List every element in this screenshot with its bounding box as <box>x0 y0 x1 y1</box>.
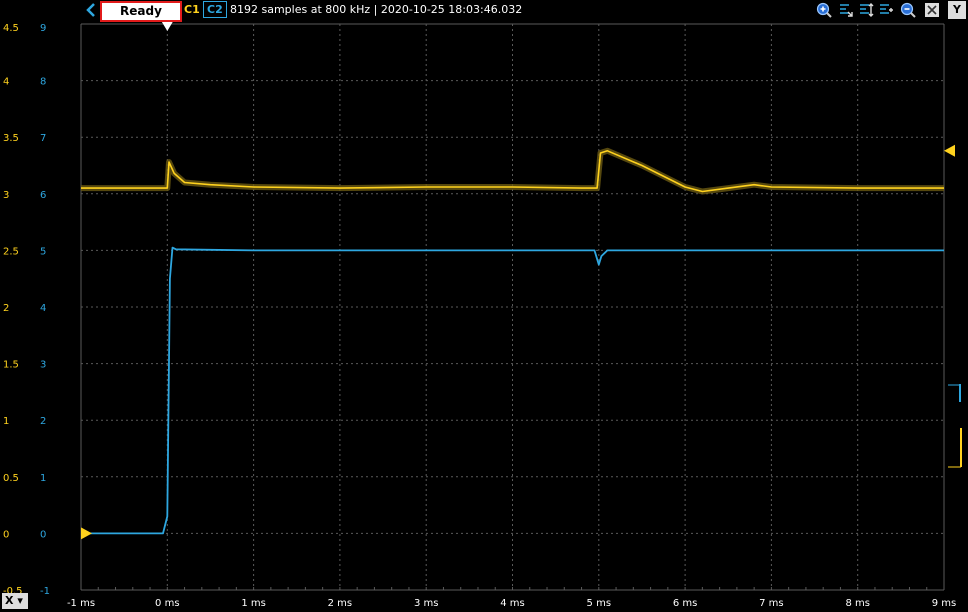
c2-tick-label: 9 <box>40 23 46 34</box>
x-tick-label: 3 ms <box>414 598 439 609</box>
toolbar: Ready C1 C2 8192 samples at 800 kHz | 20… <box>0 0 968 22</box>
x-tick-label: 9 ms <box>932 598 957 609</box>
c2-tick-label: 7 <box>40 133 46 144</box>
scale-icon[interactable] <box>924 2 940 18</box>
zoom-fit-icon[interactable] <box>878 2 894 18</box>
x-tick-label: 2 ms <box>328 598 353 609</box>
x-tick-label: 0 ms <box>155 598 180 609</box>
x-tick-label: 8 ms <box>845 598 870 609</box>
zoom-vertical-icon[interactable] <box>858 2 874 18</box>
x-tick-label: 6 ms <box>673 598 698 609</box>
back-arrow-icon[interactable] <box>84 2 98 18</box>
c1-tick-label: 2.5 <box>3 246 19 257</box>
c2-tick-label: -1 <box>40 586 50 597</box>
zoom-horizontal-icon[interactable] <box>838 2 854 18</box>
c1-tick-label: 1 <box>3 416 9 427</box>
x-tick-label: 5 ms <box>587 598 612 609</box>
c2-tick-label: 2 <box>40 416 46 427</box>
c2-tick-label: 8 <box>40 77 46 88</box>
c1-tick-label: 4 <box>3 77 9 88</box>
c2-tick-label: 5 <box>40 246 46 257</box>
c2-tick-label: 4 <box>40 303 46 314</box>
c2-tick-label: 0 <box>40 529 46 540</box>
channel-c2-button[interactable]: C2 <box>203 1 227 18</box>
x-tick-label: 7 ms <box>759 598 784 609</box>
c1-tick-label: 0 <box>3 529 9 540</box>
acquisition-info: 8192 samples at 800 kHz | 2020-10-25 18:… <box>230 3 523 16</box>
c2-tick-label: 3 <box>40 360 46 371</box>
c1-tick-label: 1.5 <box>3 360 19 371</box>
channel-c1-button[interactable]: C1 <box>181 1 203 18</box>
c1-tick-label: 2 <box>3 303 9 314</box>
c1-tick-label: 0.5 <box>3 473 19 484</box>
zoom-in-icon[interactable] <box>816 2 832 18</box>
oscilloscope-chart[interactable]: C1 VC2 V4.543.532.521.510.50-0.598765432… <box>0 0 968 612</box>
x-tick-label: -1 ms <box>67 598 95 609</box>
chart-background <box>0 0 968 612</box>
c1-tick-label: 4.5 <box>3 23 19 34</box>
status-indicator[interactable]: Ready <box>100 1 182 22</box>
x-axis-button[interactable]: X ▾ <box>2 593 28 609</box>
c2-tick-label: 1 <box>40 473 46 484</box>
x-tick-label: 4 ms <box>500 598 525 609</box>
x-axis-button-label: X <box>5 594 14 607</box>
y-axis-button[interactable]: Y <box>948 1 966 19</box>
c1-tick-label: 3 <box>3 190 9 201</box>
x-tick-label: 1 ms <box>241 598 266 609</box>
zoom-out-icon[interactable] <box>900 2 916 18</box>
c1-tick-label: 3.5 <box>3 133 19 144</box>
c2-tick-label: 6 <box>40 190 46 201</box>
